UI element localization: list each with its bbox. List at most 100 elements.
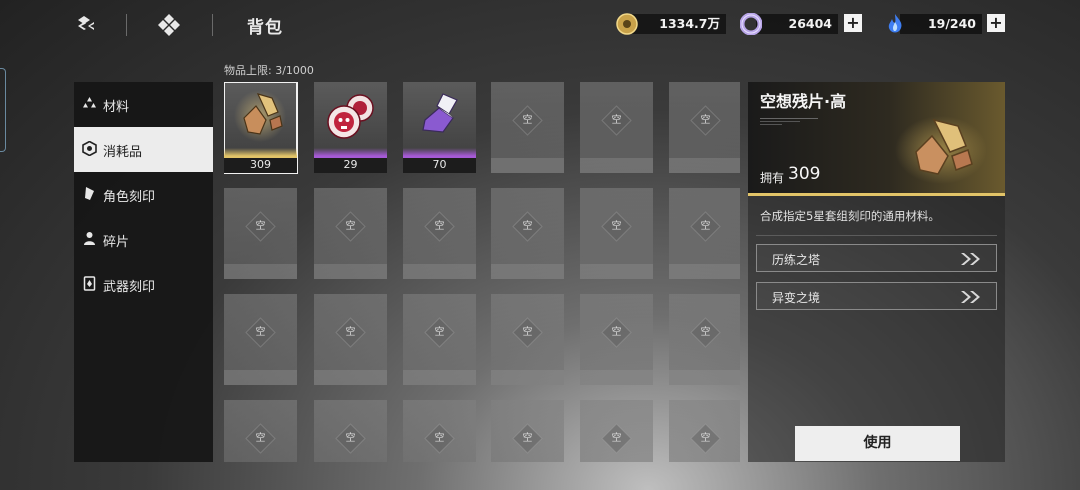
item-icon [234,88,287,144]
sidebar-item-weapon-imprint[interactable]: 武器刻印 [74,262,213,307]
fragment-icon [82,231,97,246]
add-stamina-button[interactable]: + [987,14,1005,32]
inventory-slot-empty[interactable]: 空 [403,188,476,279]
slot-footer [669,370,740,385]
slot-footer [491,158,564,173]
gold-value: 1334.7万 [632,14,726,34]
inventory-slot-empty[interactable]: 空 [491,294,564,385]
empty-label: 空 [255,327,266,338]
inventory-slot-empty[interactable]: 空 [491,82,564,173]
stamina-resource: 19/240 + [884,13,1008,35]
empty-label: 空 [522,433,533,444]
slot-footer [403,264,476,279]
sidebar-item-consumables[interactable]: 消耗品 [74,127,213,172]
inventory-slot-empty[interactable]: 空 [314,188,387,279]
top-bar: 背包 1334.7万 26404 + 19/240 + [0,0,1080,50]
empty-label: 空 [522,327,533,338]
empty-label: 空 [611,221,622,232]
sidebar-item-label: 角色刻印 [103,190,156,205]
sidebar-item-fragments[interactable]: 碎片 [74,217,213,262]
back-icon[interactable] [74,12,98,36]
source-anomaly-button[interactable]: 异变之境 [756,282,997,310]
owned-label: 拥有 [760,171,785,185]
inventory-slot-empty[interactable]: 空 [580,294,653,385]
inventory-slot-empty[interactable]: 空 [580,400,653,462]
inventory-slot-empty[interactable]: 空 [580,188,653,279]
sidebar-item-character-imprint[interactable]: 角色刻印 [74,172,213,217]
inventory-slot-empty[interactable]: 空 [491,400,564,462]
item-count: 309 [250,158,271,171]
owned-count: 309 [788,164,821,184]
use-button[interactable]: 使用 [795,426,960,461]
character-imprint-icon [82,186,97,201]
inventory-slot-item[interactable]: 309 [224,82,298,174]
inventory-slot-empty[interactable]: 空 [403,400,476,462]
divider [212,14,213,36]
empty-label: 空 [700,115,711,126]
gold-resource: 1334.7万 [616,13,726,35]
slot-footer [403,370,476,385]
double-chevron-right-icon [960,251,982,265]
coin-icon [616,13,638,35]
empty-label: 空 [345,433,356,444]
item-icon [413,88,466,144]
inventory-slot-empty[interactable]: 空 [403,294,476,385]
source-tower-button[interactable]: 历练之塔 [756,244,997,272]
inventory-slot-item[interactable]: 70 [403,82,476,173]
double-chevron-right-icon [960,289,982,303]
side-drawer-handle[interactable] [0,68,6,152]
item-illustration [886,112,987,184]
inventory-slot-empty[interactable]: 空 [314,294,387,385]
materials-icon [82,96,97,111]
item-count: 29 [343,158,358,171]
empty-label: 空 [611,433,622,444]
rarity-bar [314,148,387,156]
empty-label: 空 [255,433,266,444]
decorative-text [760,118,820,125]
page-title: 背包 [247,18,283,38]
blue-flame-icon [884,13,906,35]
inventory-slot-empty[interactable]: 空 [314,400,387,462]
empty-label: 空 [345,327,356,338]
inventory-grid: 309 29 70 空空空空空空空空空空空空空空空空空空空空空 [224,82,740,462]
home-icon[interactable] [157,12,181,36]
inventory-slot-empty[interactable]: 空 [580,82,653,173]
inventory-slot-empty[interactable]: 空 [669,400,740,462]
slot-footer [314,370,387,385]
sidebar-item-label: 消耗品 [103,145,143,160]
inventory-slot-empty[interactable]: 空 [224,400,297,462]
item-banner: 空想残片·高 拥有 309 [748,82,1005,196]
sidebar-item-materials[interactable]: 材料 [74,82,213,127]
sidebar-item-label: 碎片 [103,235,130,250]
empty-label: 空 [700,221,711,232]
crystal-resource: 26404 + [739,12,866,36]
divider [126,14,127,36]
slot-footer [491,370,564,385]
inventory-slot-empty[interactable]: 空 [669,294,740,385]
item-description: 合成指定5星套组刻印的通用材料。 [760,209,940,223]
inventory-slot-empty[interactable]: 空 [669,188,740,279]
slot-footer [669,264,740,279]
rarity-bar [748,193,1005,196]
inventory-slot-empty[interactable]: 空 [669,82,740,173]
slot-footer [224,370,297,385]
empty-label: 空 [611,327,622,338]
rarity-bar [403,148,476,156]
source-label: 历练之塔 [772,253,821,267]
slot-footer [669,158,740,173]
add-crystal-button[interactable]: + [844,14,862,32]
slot-footer [580,264,653,279]
empty-label: 空 [345,221,356,232]
category-sidebar: 材料 消耗品 角色刻印 碎片 武器刻印 [74,82,213,462]
inventory-slot-item[interactable]: 29 [314,82,387,173]
item-detail-panel: 空想残片·高 拥有 309 合成指定5星套组刻印的通用材料。 历练之塔 异变之境 [748,82,1005,462]
inventory-slot-empty[interactable]: 空 [224,294,297,385]
empty-label: 空 [700,433,711,444]
empty-label: 空 [255,221,266,232]
consumables-icon [82,140,97,157]
sidebar-item-label: 材料 [103,100,130,115]
crystal-ring-icon [739,12,763,36]
item-icon [324,88,377,144]
inventory-slot-empty[interactable]: 空 [224,188,297,279]
inventory-slot-empty[interactable]: 空 [491,188,564,279]
